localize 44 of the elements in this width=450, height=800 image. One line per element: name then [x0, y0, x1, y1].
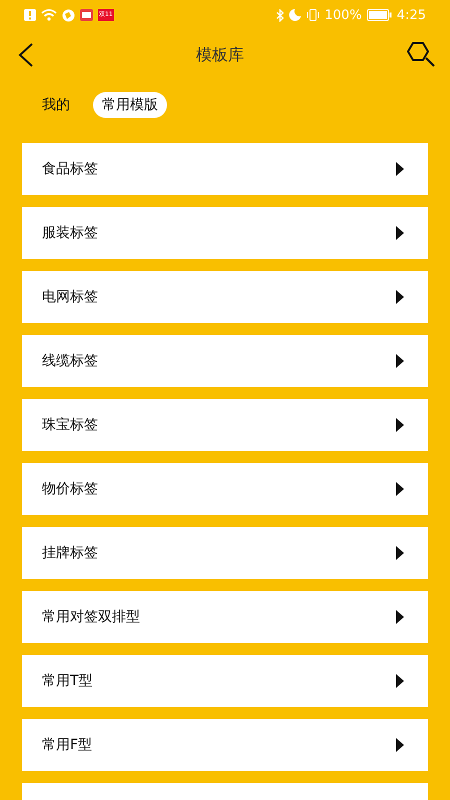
- tab[interactable]: 我的: [33, 92, 79, 118]
- caret-icon: [396, 546, 404, 560]
- template-label: 常用T型: [42, 672, 93, 690]
- template-item[interactable]: 挂牌标签: [22, 527, 428, 579]
- template-item[interactable]: 线缆标签: [22, 335, 428, 387]
- caret-icon: [396, 226, 404, 240]
- caret-icon: [396, 418, 404, 432]
- caret-icon: [396, 290, 404, 304]
- moon-icon: [288, 9, 301, 21]
- template-item[interactable]: 服装标签: [22, 207, 428, 259]
- template-label: 食品标签: [42, 160, 98, 178]
- template-item[interactable]: 食品标签: [22, 143, 428, 195]
- caret-icon: [396, 162, 404, 176]
- search-icon[interactable]: [406, 41, 436, 69]
- back-icon[interactable]: [18, 43, 34, 67]
- template-label: 电网标签: [42, 288, 98, 306]
- vibrate-icon: [306, 9, 320, 21]
- caret-icon: [396, 610, 404, 624]
- template-item[interactable]: 物价标签: [22, 463, 428, 515]
- caret-icon: [396, 674, 404, 688]
- template-item[interactable]: 常用T型: [22, 655, 428, 707]
- template-item[interactable]: 电网标签: [22, 271, 428, 323]
- bluetooth-icon: [276, 8, 284, 22]
- battery-icon: [366, 9, 392, 21]
- template-label: 常用对签双排型: [42, 608, 140, 626]
- battery-percentage: 100%: [324, 8, 362, 22]
- template-label: 服装标签: [42, 224, 98, 242]
- caret-icon: [396, 482, 404, 496]
- caret-icon: [396, 738, 404, 752]
- template-label: 常用F型: [42, 736, 92, 754]
- template-label: 物价标签: [42, 480, 98, 498]
- alert-icon: [24, 9, 36, 21]
- book-icon: [80, 9, 93, 21]
- caret-icon: [396, 354, 404, 368]
- template-item[interactable]: 常用对签双排型: [22, 591, 428, 643]
- page-title: 模板库: [196, 44, 244, 66]
- tab[interactable]: 常用模版: [93, 92, 167, 118]
- template-item[interactable]: 常用F型: [22, 719, 428, 771]
- template-label: 挂牌标签: [42, 544, 98, 562]
- template-item[interactable]: 珠宝标签: [22, 399, 428, 451]
- template-label: 珠宝标签: [42, 416, 98, 434]
- template-label: 线缆标签: [42, 352, 98, 370]
- wifi-icon: [41, 9, 57, 21]
- clock-time: 4:25: [396, 8, 426, 22]
